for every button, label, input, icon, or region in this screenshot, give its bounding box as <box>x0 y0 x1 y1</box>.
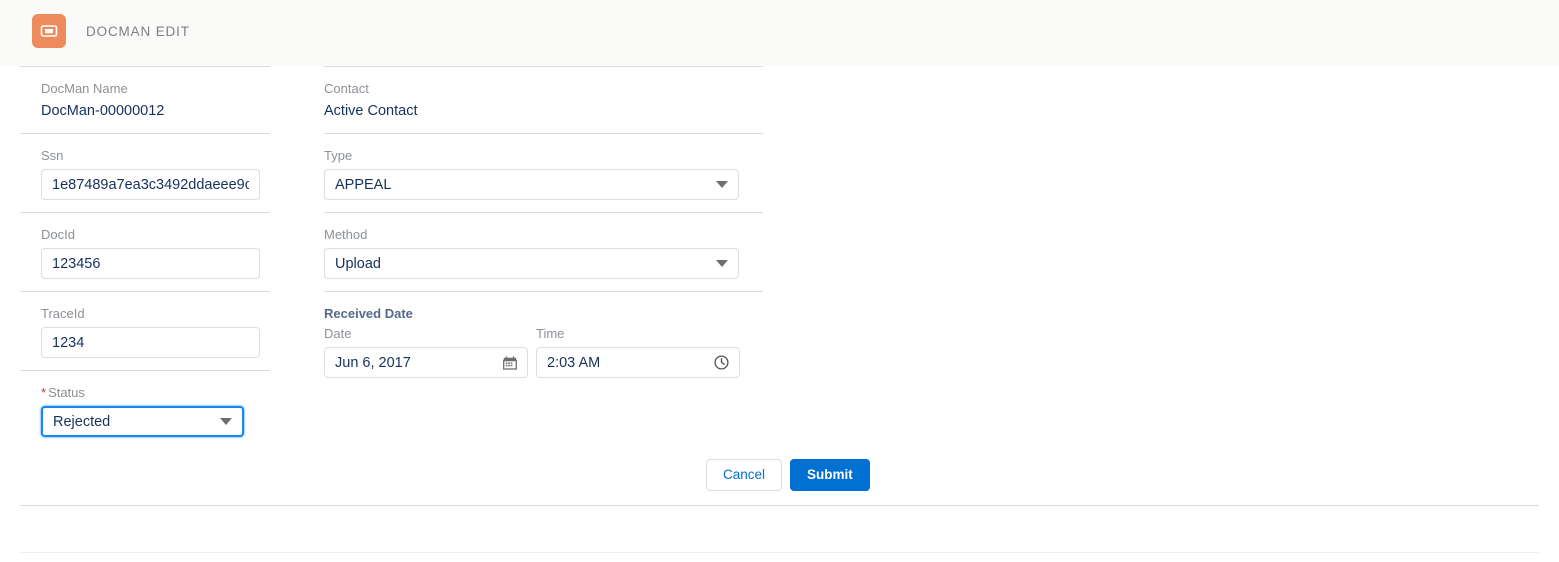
input-value: Upload <box>335 255 381 272</box>
field-label: Ssn <box>41 148 64 163</box>
page-header: DOCMAN EDIT <box>0 0 1559 66</box>
footer-divider-secondary <box>20 552 1539 553</box>
type-combobox[interactable]: APPEAL <box>324 169 739 200</box>
input-value: 1e87489a7ea3c3492ddaeee9c <box>52 176 249 193</box>
method-combobox[interactable]: Upload <box>324 248 739 279</box>
form-column-right: Contact Active Contact Type APPEAL Metho… <box>324 66 763 390</box>
field-label: Time <box>536 326 565 341</box>
cancel-button[interactable]: Cancel <box>706 459 783 491</box>
field-received-date: Received Date Date Jun 6, 2017 Time 2:03… <box>324 292 763 390</box>
submit-button[interactable]: Submit <box>790 459 870 491</box>
input-value: 1234 <box>52 334 85 351</box>
input-value: APPEAL <box>335 176 392 193</box>
chevron-down-icon <box>716 181 728 188</box>
field-label: TraceId <box>41 306 85 321</box>
received-date-group-label: Received Date <box>324 306 413 321</box>
time-cell: Time 2:03 AM <box>536 326 740 378</box>
received-date-input[interactable]: Jun 6, 2017 <box>324 347 528 378</box>
field-label-text: Status <box>48 385 85 400</box>
field-docman-name: DocMan Name DocMan-00000012 <box>20 67 270 133</box>
field-label: DocId <box>41 227 75 242</box>
status-combobox[interactable]: Rejected <box>41 406 244 437</box>
field-traceid: TraceId 1234 <box>20 292 270 370</box>
field-status: * Status Rejected <box>20 371 270 449</box>
traceid-input[interactable]: 1234 <box>41 327 260 358</box>
field-docid: DocId 123456 <box>20 213 270 291</box>
date-cell: Date Jun 6, 2017 <box>324 326 528 378</box>
field-label: Date <box>324 326 352 341</box>
input-value: 123456 <box>52 255 101 272</box>
docman-edit-screen: DOCMAN EDIT DocMan Name DocMan-00000012 … <box>0 0 1559 562</box>
document-window-icon <box>32 14 66 48</box>
input-value: Rejected <box>53 413 111 430</box>
input-value: Jun 6, 2017 <box>335 354 411 371</box>
form-actions: Cancel Submit <box>706 459 870 491</box>
ssn-input[interactable]: 1e87489a7ea3c3492ddaeee9c <box>41 169 260 200</box>
received-time-input[interactable]: 2:03 AM <box>536 347 740 378</box>
required-asterisk: * <box>41 385 47 400</box>
field-contact: Contact Active Contact <box>324 67 763 133</box>
field-ssn: Ssn 1e87489a7ea3c3492ddaeee9c <box>20 134 270 212</box>
field-label: Type <box>324 148 353 163</box>
date-time-row: Date Jun 6, 2017 Time 2:03 AM <box>324 326 763 378</box>
field-value: Active Contact <box>324 103 418 119</box>
field-label: Contact <box>324 81 369 96</box>
field-label: DocMan Name <box>41 81 128 96</box>
field-label: * Status <box>41 385 270 401</box>
chevron-down-icon <box>716 260 728 267</box>
field-label: Method <box>324 227 368 242</box>
form-column-left: DocMan Name DocMan-00000012 Ssn 1e87489a… <box>20 66 270 449</box>
field-method: Method Upload <box>324 213 763 291</box>
header-inner: DOCMAN EDIT <box>0 0 190 48</box>
clock-icon[interactable] <box>714 355 729 370</box>
footer-divider <box>20 505 1539 506</box>
calendar-icon[interactable] <box>503 356 517 370</box>
page-title: DOCMAN EDIT <box>86 23 190 39</box>
input-value: 2:03 AM <box>547 354 601 371</box>
field-type: Type APPEAL <box>324 134 763 212</box>
chevron-down-icon <box>220 418 232 425</box>
docid-input[interactable]: 123456 <box>41 248 260 279</box>
field-value: DocMan-00000012 <box>41 103 165 119</box>
